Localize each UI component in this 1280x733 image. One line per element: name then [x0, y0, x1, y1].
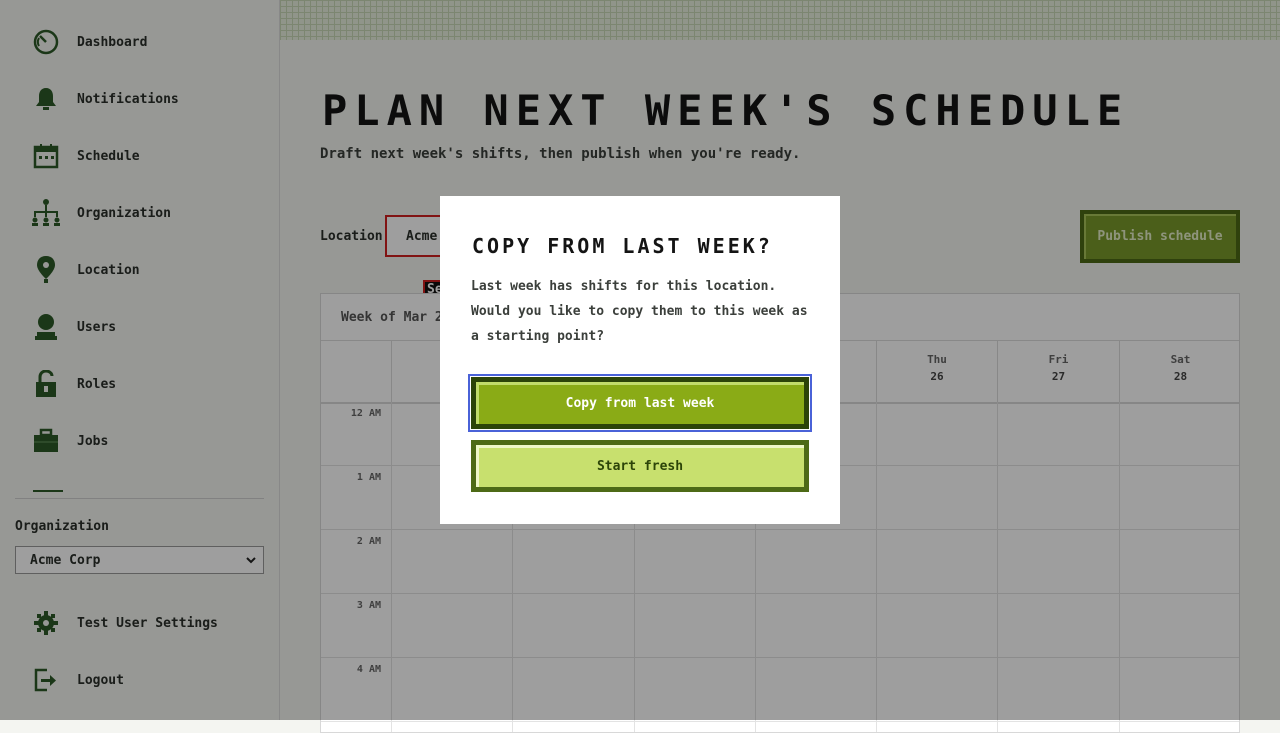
dialog-title: COPY FROM LAST WEEK? — [472, 234, 773, 258]
copy-week-dialog: COPY FROM LAST WEEK? Last week has shift… — [440, 196, 840, 524]
copy-from-last-week-button[interactable]: Copy from last week — [468, 374, 812, 432]
start-fresh-button[interactable]: Start fresh — [471, 440, 809, 492]
dialog-body: Last week has shifts for this location. … — [471, 279, 808, 344]
